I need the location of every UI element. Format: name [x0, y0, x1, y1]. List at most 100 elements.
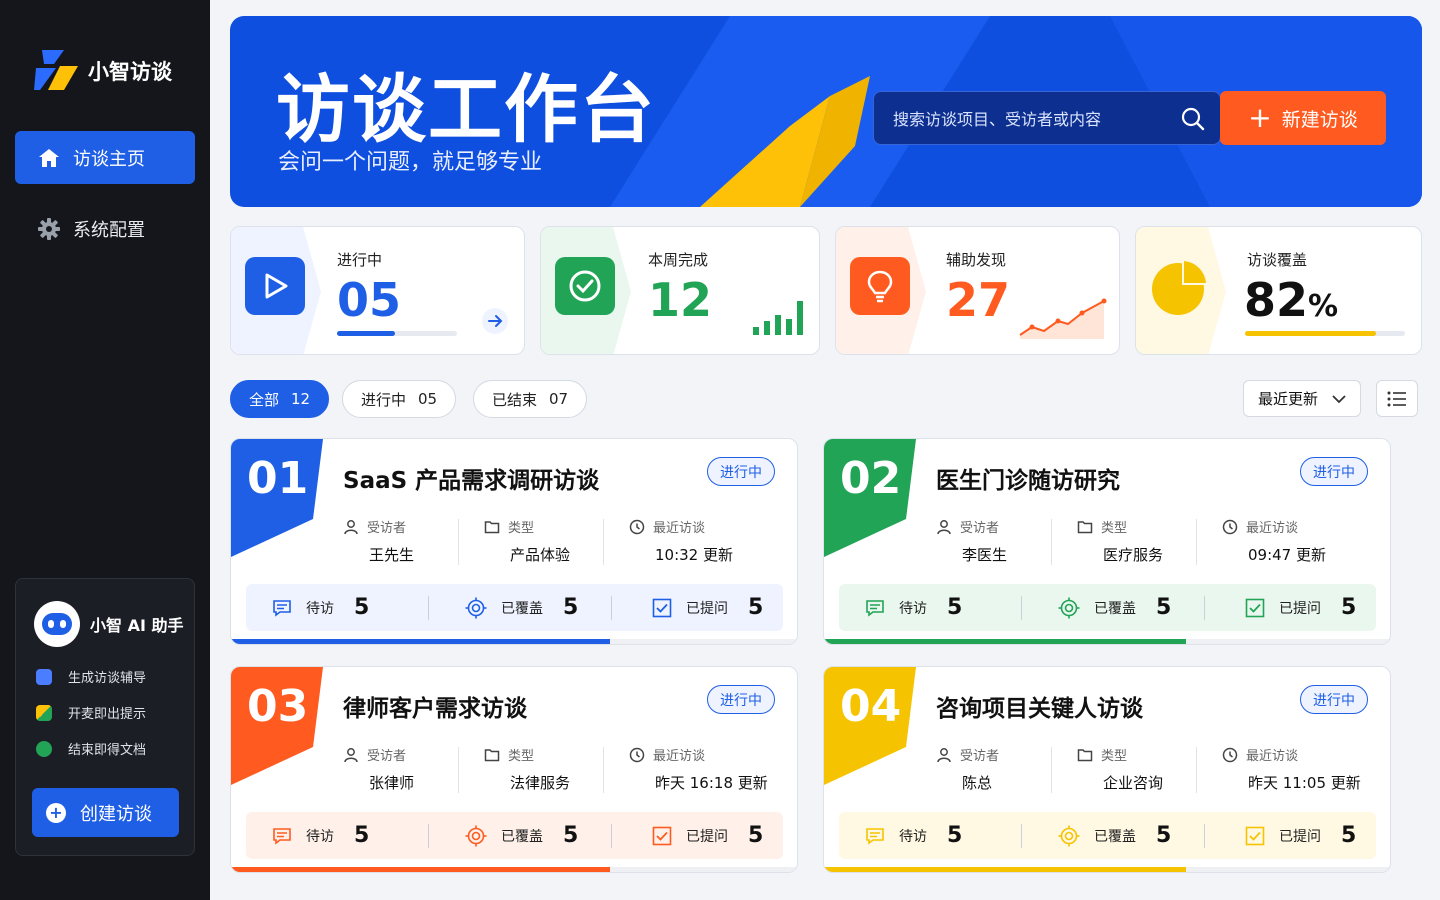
meta-label: 类型: [1101, 749, 1128, 764]
stat-label: 待访: [306, 600, 334, 617]
stat-label: 已提问: [686, 828, 728, 845]
card-stats-strip: 待访 5 已覆盖 5 已提问 5: [246, 584, 783, 631]
status-badge[interactable]: 进行中: [1300, 457, 1368, 486]
stat-label: 已提问: [1279, 828, 1321, 845]
meta-type: 类型 产品体验: [484, 517, 570, 565]
meta-value: 产品体验: [510, 546, 571, 564]
header-banner: 访谈工作台 会问一个问题，就足够专业 搜索访谈项目、受访者或内容 + 新建访谈: [230, 16, 1422, 207]
nav-settings[interactable]: 系统配置: [15, 202, 195, 255]
filter-ended[interactable]: 已结束 07: [473, 380, 588, 418]
stat-value: 12: [648, 273, 713, 327]
stat-value: 5: [563, 595, 579, 620]
stat-covered[interactable]: 已覆盖 5: [1022, 812, 1204, 859]
search-input[interactable]: 搜索访谈项目、受访者或内容: [873, 91, 1221, 145]
arrow-right-icon[interactable]: [481, 307, 509, 335]
checkbox-icon: [1245, 598, 1265, 617]
nav-home[interactable]: 访谈主页: [15, 131, 195, 184]
card-stats-strip: 待访 5 已覆盖 5 已提问 5: [246, 812, 783, 859]
interview-card[interactable]: 02 医生门诊随访研究 进行中 受访者 李医生 类型 医疗服务 最近访谈 09:…: [823, 438, 1391, 645]
meta-label: 受访者: [960, 521, 1000, 536]
message-icon: [866, 599, 884, 617]
stat-card-ongoing[interactable]: 进行中 05: [230, 226, 525, 355]
meta-label: 受访者: [367, 521, 407, 536]
list-icon: [1387, 391, 1406, 406]
stat-asked[interactable]: 已提问 5: [1205, 812, 1375, 859]
stat-label: 待访: [899, 828, 927, 845]
stat-card-week-completed[interactable]: 本周完成 12: [540, 226, 820, 355]
new-interview-label: 新建访谈: [1281, 108, 1358, 131]
list-view-button[interactable]: [1376, 380, 1418, 417]
filter-count: 07: [549, 390, 569, 408]
stat-label: 已覆盖: [501, 600, 543, 617]
interview-card[interactable]: 03 律师客户需求访谈 进行中 受访者 张律师 类型 法律服务 最近访谈 昨天 …: [230, 666, 798, 873]
ai-assistant-title: 小智 AI 助手: [90, 616, 184, 635]
user-icon: [344, 747, 358, 762]
chevron-down-icon: [1332, 395, 1346, 404]
stat-asked[interactable]: 已提问 5: [612, 812, 782, 859]
filter-all[interactable]: 全部 12: [230, 380, 330, 418]
status-badge[interactable]: 进行中: [707, 457, 775, 486]
stat-card-coverage[interactable]: 访谈覆盖 82%: [1135, 226, 1422, 355]
meta-recent: 最近访谈 09:47 更新: [1222, 517, 1326, 565]
stat-pending[interactable]: 待访 5: [839, 812, 1021, 859]
card-title: 律师客户需求访谈: [343, 696, 527, 722]
stat-covered[interactable]: 已覆盖 5: [1022, 584, 1204, 631]
status-badge[interactable]: 进行中: [707, 685, 775, 714]
document-check-icon: [36, 740, 52, 757]
meta-label: 最近访谈: [1246, 749, 1299, 764]
bar-chart-icon: [753, 301, 803, 335]
meta-value: 医疗服务: [1103, 546, 1164, 564]
folder-icon: [484, 748, 500, 761]
stat-covered[interactable]: 已覆盖 5: [429, 812, 611, 859]
card-stats-strip: 待访 5 已覆盖 5 已提问 5: [839, 584, 1376, 631]
stat-value: 5: [748, 823, 764, 848]
stat-label: 本周完成: [648, 251, 709, 269]
meta-value: 10:32 更新: [655, 546, 733, 564]
stat-covered[interactable]: 已覆盖 5: [429, 584, 611, 631]
meta-type: 类型 医疗服务: [1077, 517, 1163, 565]
app-logo[interactable]: 小智访谈: [34, 50, 172, 92]
meta-value: 昨天 16:18 更新: [655, 774, 768, 792]
card-number: 03: [247, 681, 309, 732]
new-interview-button[interactable]: + 新建访谈: [1220, 91, 1386, 145]
nav-home-label: 访谈主页: [73, 148, 145, 170]
meta-recent: 最近访谈 昨天 16:18 更新: [629, 745, 768, 793]
meta-value: 企业咨询: [1103, 774, 1164, 792]
meta-value: 王先生: [369, 546, 415, 564]
search-placeholder: 搜索访谈项目、受访者或内容: [893, 110, 1102, 129]
stat-asked[interactable]: 已提问 5: [612, 584, 782, 631]
page-title: 访谈工作台: [276, 67, 656, 153]
card-progress-bar: [824, 867, 1390, 872]
stat-label: 进行中: [337, 251, 383, 269]
sort-dropdown[interactable]: 最近更新: [1243, 380, 1361, 417]
interview-card[interactable]: 01 SaaS 产品需求调研访谈 进行中 受访者 王先生 类型 产品体验 最近访…: [230, 438, 798, 645]
stat-pending[interactable]: 待访 5: [246, 812, 428, 859]
user-icon: [344, 519, 358, 534]
meta-label: 类型: [508, 749, 535, 764]
stat-pending[interactable]: 待访 5: [246, 584, 428, 631]
interview-card[interactable]: 04 咨询项目关键人访谈 进行中 受访者 陈总 类型 企业咨询 最近访谈 昨天 …: [823, 666, 1391, 873]
status-badge[interactable]: 进行中: [1300, 685, 1368, 714]
search-icon[interactable]: [1180, 106, 1206, 132]
meta-label: 最近访谈: [653, 521, 706, 536]
user-icon: [937, 747, 951, 762]
create-interview-button[interactable]: + 创建访谈: [32, 788, 179, 837]
meta-value: 李医生: [962, 546, 1008, 564]
card-title: 医生门诊随访研究: [936, 468, 1120, 494]
stat-pending[interactable]: 待访 5: [839, 584, 1021, 631]
stat-label: 待访: [306, 828, 334, 845]
stat-asked[interactable]: 已提问 5: [1205, 584, 1375, 631]
meta-label: 受访者: [960, 749, 1000, 764]
folder-icon: [484, 520, 500, 533]
meta-type: 类型 企业咨询: [1077, 745, 1163, 793]
filter-ongoing[interactable]: 进行中 05: [342, 380, 457, 418]
app-name: 小智访谈: [88, 60, 172, 84]
folder-icon: [1077, 748, 1093, 761]
stat-card-insights[interactable]: 辅助发现 27: [835, 226, 1120, 355]
card-title: SaaS 产品需求调研访谈: [343, 468, 600, 494]
checkbox-icon: [652, 826, 672, 845]
meta-recent: 最近访谈 10:32 更新: [629, 517, 733, 565]
checkbox-icon: [652, 598, 672, 617]
stat-value: 27: [946, 273, 1011, 327]
meta-interviewee: 受访者 张律师: [343, 745, 414, 793]
